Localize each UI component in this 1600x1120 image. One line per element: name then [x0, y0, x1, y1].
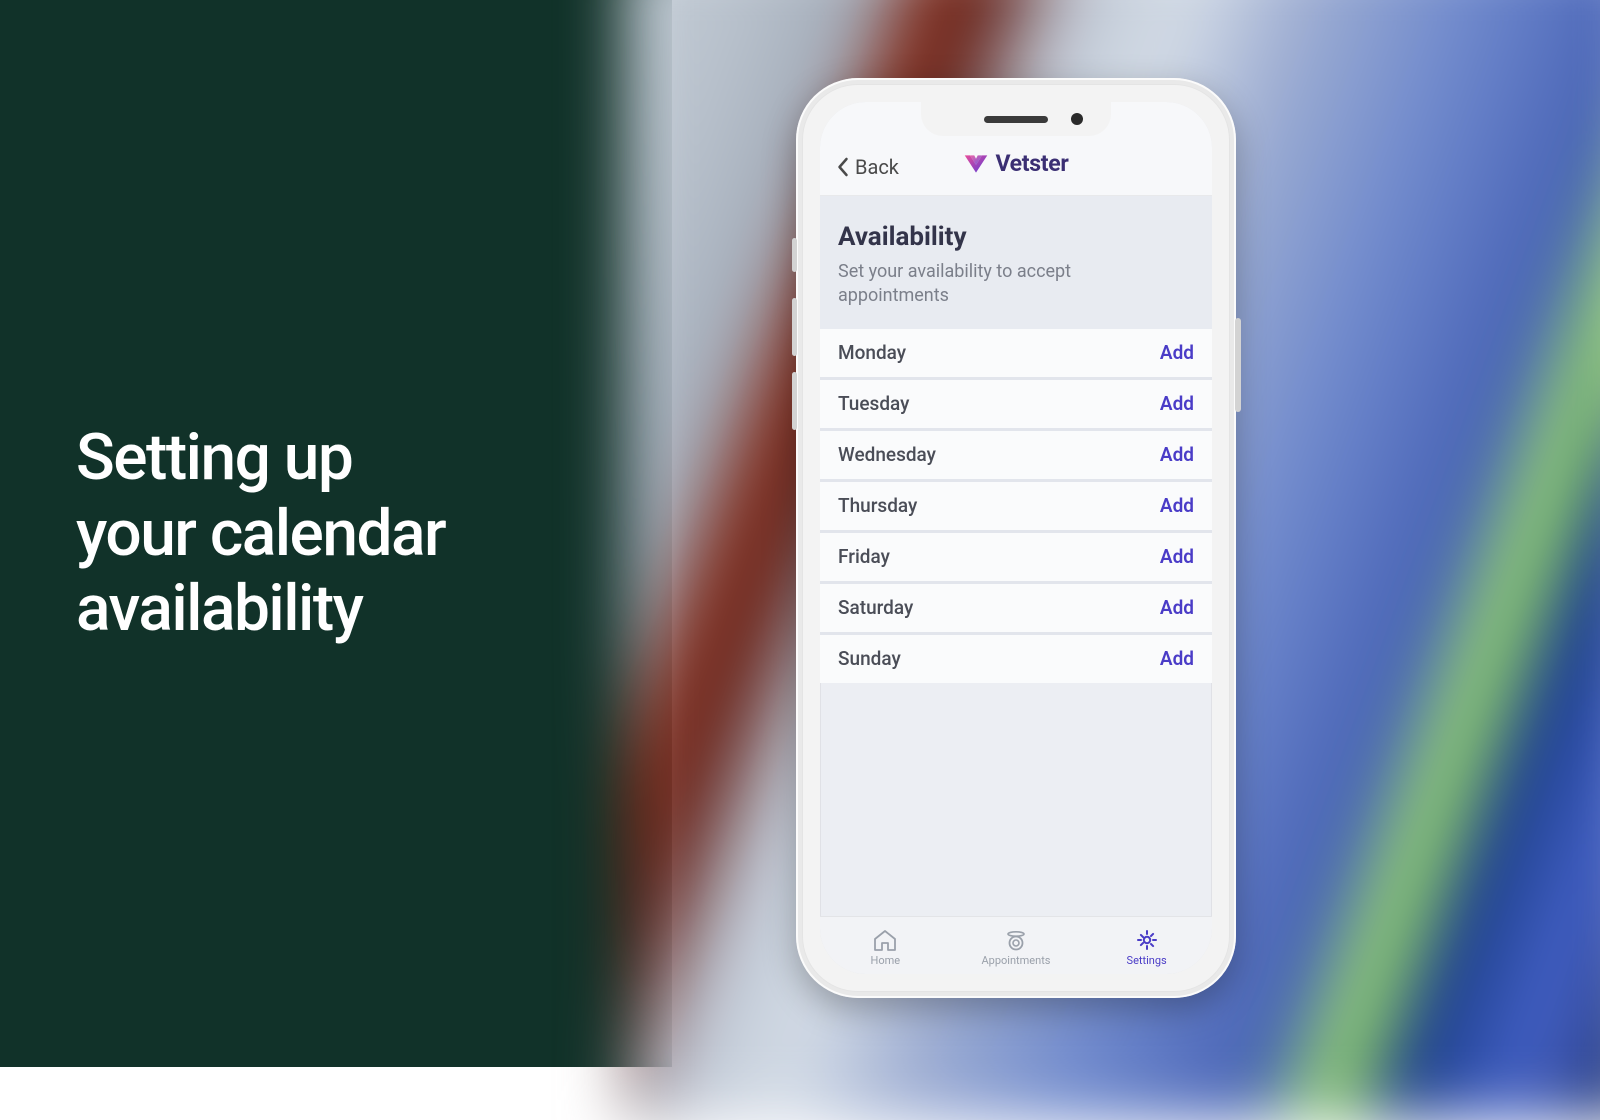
day-name: Friday	[838, 545, 890, 568]
day-row-monday[interactable]: Monday Add	[820, 329, 1212, 377]
brand-name: Vetster	[995, 150, 1068, 177]
phone-mockup: Back	[796, 78, 1236, 998]
add-button[interactable]: Add	[1160, 545, 1194, 568]
tab-label: Home	[871, 954, 901, 967]
phone-side-button	[792, 238, 797, 272]
promo-title-line: your calendar	[76, 496, 445, 571]
page-title: Availability	[838, 222, 1194, 252]
brand-logo-icon	[963, 153, 989, 175]
day-name: Saturday	[838, 596, 913, 619]
add-button[interactable]: Add	[1160, 443, 1194, 466]
chevron-left-icon	[836, 157, 849, 177]
phone-bezel: Back	[802, 84, 1230, 992]
add-button[interactable]: Add	[1160, 392, 1194, 415]
promo-panel: Setting up your calendar availability	[0, 0, 672, 1067]
tab-appointments[interactable]: Appointments	[951, 928, 1080, 967]
phone-screen: Back	[820, 102, 1212, 974]
phone-camera	[1071, 113, 1083, 125]
home-icon	[872, 928, 898, 952]
phone-side-button	[792, 372, 797, 430]
gear-icon	[1134, 928, 1160, 952]
add-button[interactable]: Add	[1160, 647, 1194, 670]
camera-icon	[1003, 928, 1029, 952]
tab-home[interactable]: Home	[821, 928, 950, 967]
brand: Vetster	[963, 150, 1068, 177]
day-name: Thursday	[838, 494, 917, 517]
tab-label: Settings	[1127, 954, 1167, 967]
add-button[interactable]: Add	[1160, 494, 1194, 517]
day-list: Monday Add Tuesday Add Wednesday Add T	[820, 329, 1212, 683]
day-row-wednesday[interactable]: Wednesday Add	[820, 431, 1212, 479]
tab-label: Appointments	[981, 954, 1050, 967]
tab-bar: Home Appointments	[820, 916, 1212, 974]
promo-title-line: Setting up	[76, 420, 352, 495]
add-button[interactable]: Add	[1160, 596, 1194, 619]
day-name: Sunday	[838, 647, 901, 670]
add-button[interactable]: Add	[1160, 341, 1194, 364]
day-name: Monday	[838, 341, 906, 364]
phone-speaker	[984, 116, 1048, 123]
phone-notch	[921, 102, 1111, 136]
back-label: Back	[855, 155, 899, 179]
day-row-saturday[interactable]: Saturday Add	[820, 584, 1212, 632]
promo-title: Setting up your calendar availability	[76, 420, 445, 647]
page-subtitle: Set your availability to accept appointm…	[838, 260, 1138, 309]
phone-side-button	[1235, 318, 1241, 412]
promo-title-line: availability	[76, 571, 363, 646]
day-name: Tuesday	[838, 392, 909, 415]
day-name: Wednesday	[838, 443, 936, 466]
tab-settings[interactable]: Settings	[1082, 928, 1211, 967]
day-row-friday[interactable]: Friday Add	[820, 533, 1212, 581]
back-button[interactable]: Back	[836, 155, 899, 179]
day-row-thursday[interactable]: Thursday Add	[820, 482, 1212, 530]
day-row-sunday[interactable]: Sunday Add	[820, 635, 1212, 683]
section-header: Availability Set your availability to ac…	[820, 196, 1212, 329]
phone-frame: Back	[796, 78, 1236, 998]
phone-side-button	[792, 298, 797, 356]
app-root: Back	[820, 102, 1212, 974]
day-row-tuesday[interactable]: Tuesday Add	[820, 380, 1212, 428]
